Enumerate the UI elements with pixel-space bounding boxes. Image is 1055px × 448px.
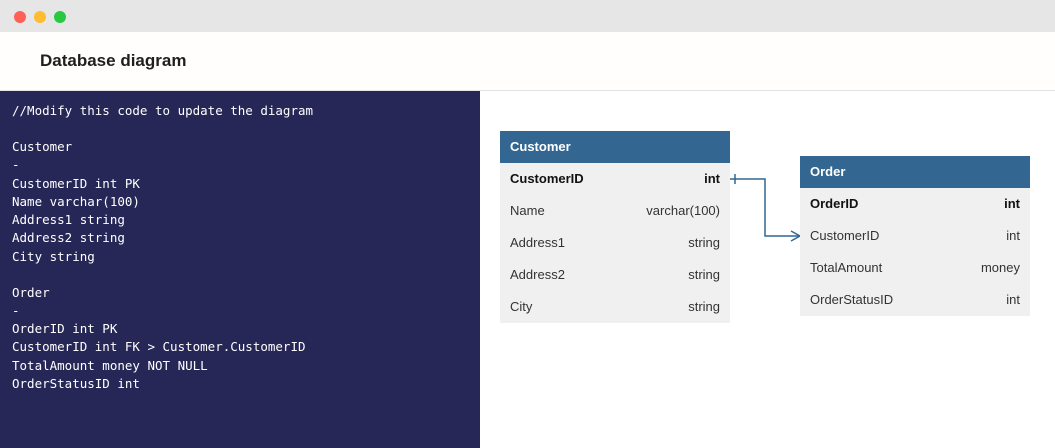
table-header[interactable]: Order <box>800 156 1030 188</box>
field-type: string <box>688 235 720 250</box>
field-row[interactable]: TotalAmount money <box>800 252 1030 284</box>
code-line[interactable]: Address2 string <box>12 229 125 247</box>
diagram-canvas: Customer CustomerID int Name varchar(100… <box>480 91 1055 448</box>
field-row[interactable]: OrderID int <box>800 188 1030 220</box>
page-title: Database diagram <box>40 51 187 70</box>
field-row[interactable]: OrderStatusID int <box>800 284 1030 316</box>
code-line[interactable]: TotalAmount money NOT NULL <box>12 357 208 375</box>
field-name: Address1 <box>510 235 565 250</box>
code-line[interactable]: CustomerID int FK > Customer.CustomerID <box>12 338 306 356</box>
code-editor[interactable]: //Modify this code to update the diagram… <box>0 91 480 448</box>
field-name: OrderStatusID <box>810 292 894 307</box>
code-line[interactable]: Customer <box>12 138 72 156</box>
field-type: int <box>1006 228 1020 243</box>
code-line[interactable]: City string <box>12 248 95 266</box>
code-line[interactable]: //Modify this code to update the diagram <box>12 102 313 120</box>
code-line[interactable]: - <box>12 302 20 320</box>
table-order[interactable]: Order OrderID int CustomerID int TotalAm… <box>800 156 1030 316</box>
field-row[interactable]: City string <box>500 291 730 323</box>
code-line[interactable]: Order <box>12 284 50 302</box>
field-row[interactable]: Address1 string <box>500 227 730 259</box>
maximize-window-button[interactable] <box>54 11 66 23</box>
field-type: string <box>688 267 720 282</box>
field-row[interactable]: CustomerID int <box>500 163 730 195</box>
code-line[interactable]: OrderID int PK <box>12 320 117 338</box>
code-line[interactable]: OrderStatusID int <box>12 375 140 393</box>
field-name: CustomerID <box>510 171 584 186</box>
page-header: Database diagram <box>0 32 1055 91</box>
field-type: int <box>1006 292 1020 307</box>
field-row[interactable]: CustomerID int <box>800 220 1030 252</box>
field-name: CustomerID <box>810 228 880 243</box>
field-row[interactable]: Address2 string <box>500 259 730 291</box>
close-window-button[interactable] <box>14 11 26 23</box>
code-line[interactable]: Address1 string <box>12 211 125 229</box>
field-row[interactable]: Name varchar(100) <box>500 195 730 227</box>
code-line[interactable]: Name varchar(100) <box>12 193 140 211</box>
field-type: int <box>1004 196 1020 211</box>
field-name: OrderID <box>810 196 859 211</box>
table-customer[interactable]: Customer CustomerID int Name varchar(100… <box>500 131 730 323</box>
minimize-window-button[interactable] <box>34 11 46 23</box>
field-name: City <box>510 299 533 314</box>
window-titlebar <box>0 0 1055 32</box>
code-line[interactable]: CustomerID int PK <box>12 175 140 193</box>
field-name: TotalAmount <box>810 260 883 275</box>
field-name: Name <box>510 203 545 218</box>
field-type: int <box>704 171 720 186</box>
field-name: Address2 <box>510 267 565 282</box>
field-type: varchar(100) <box>646 203 720 218</box>
field-type: money <box>980 260 1020 275</box>
field-type: string <box>688 299 720 314</box>
table-header[interactable]: Customer <box>500 131 730 163</box>
code-line[interactable]: - <box>12 156 20 174</box>
